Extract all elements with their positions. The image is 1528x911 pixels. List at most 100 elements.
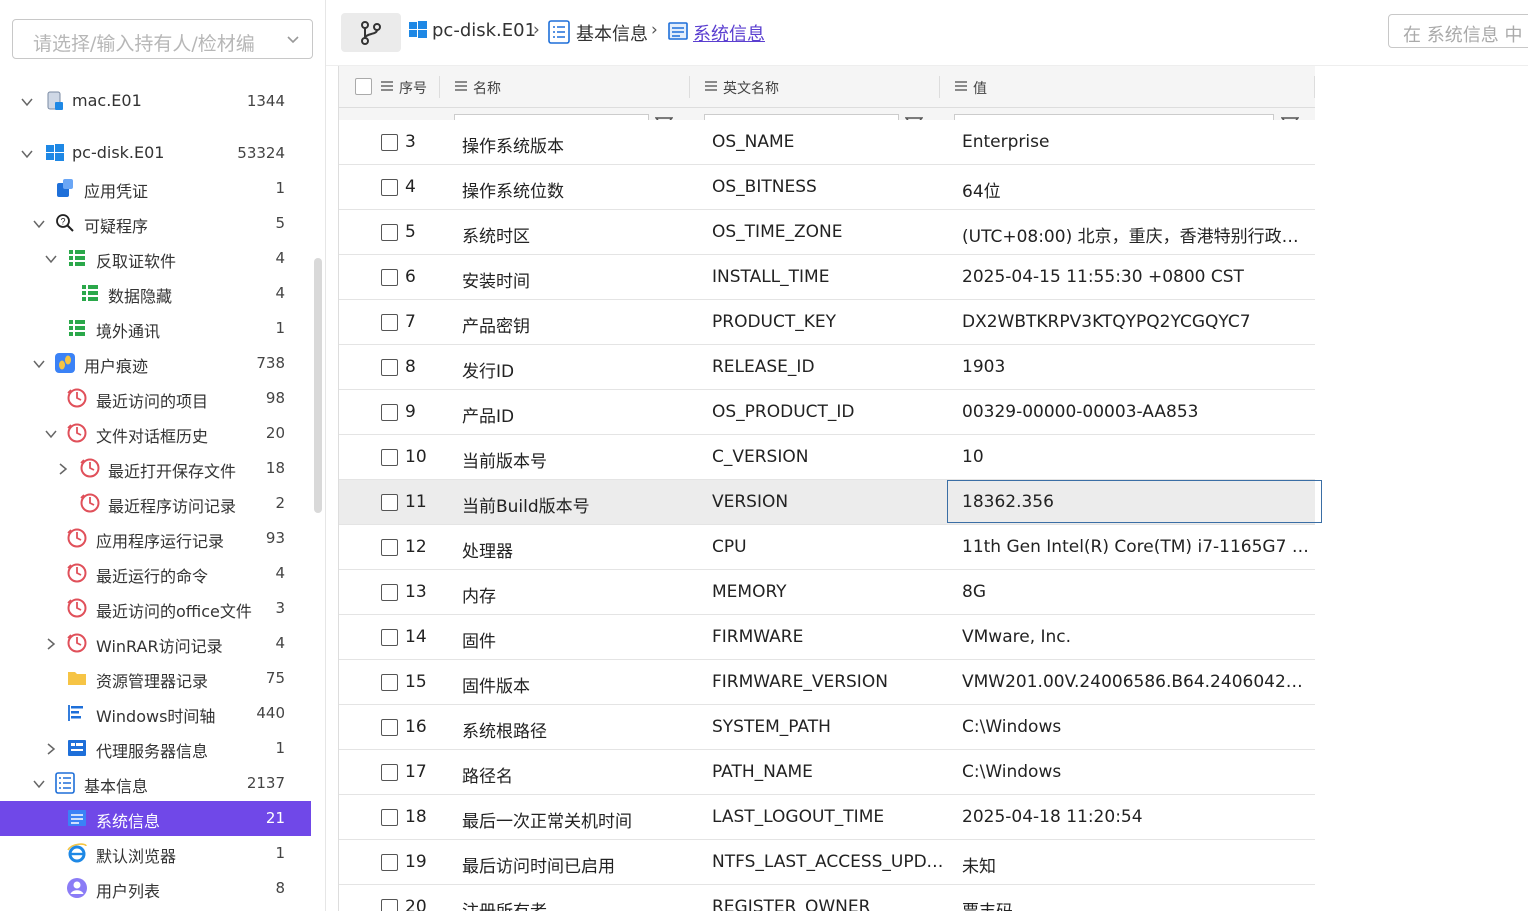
table-row[interactable]: 5 系统时区 OS_TIME_ZONE (UTC+08:00) 北京，重庆，香港特别行… — [339, 210, 1315, 255]
tree-scrollbar[interactable] — [314, 258, 322, 513]
row-value[interactable]: 00329-00000-00003-AA853 — [962, 402, 1310, 422]
row-checkbox[interactable] — [381, 269, 398, 286]
holder-select[interactable]: 请选择/输入持有人/检材编 — [12, 19, 313, 59]
table-row[interactable]: 8 发行ID RELEASE_ID 1903 — [339, 345, 1315, 390]
select-all-checkbox[interactable] — [355, 78, 372, 95]
breadcrumb-pc-disk[interactable]: pc-disk.E01 — [408, 18, 536, 46]
table-row[interactable]: 4 操作系统位数 OS_BITNESS 64位 — [339, 165, 1315, 210]
breadcrumb-system-info[interactable]: 系统信息 — [668, 18, 768, 46]
row-checkbox[interactable] — [381, 854, 398, 871]
table-row[interactable]: 19 最后访问时间已启用 NTFS_LAST_ACCESS_UPDA... 未知 — [339, 840, 1315, 885]
row-checkbox[interactable] — [381, 314, 398, 331]
tree-node[interactable]: 用户痕迹 738 — [0, 346, 311, 381]
column-divider[interactable] — [689, 76, 690, 98]
row-value[interactable]: VMware, Inc. — [962, 627, 1310, 647]
tree-node[interactable]: 代理服务器信息 1 — [0, 731, 311, 766]
row-value[interactable]: 11th Gen Intel(R) Core(TM) i7-1165G7 @ 2… — [962, 537, 1310, 557]
search-input[interactable]: 在 系统信息 中 — [1388, 14, 1528, 48]
row-checkbox[interactable] — [381, 809, 398, 826]
table-row[interactable]: 17 路径名 PATH_NAME C:\Windows — [339, 750, 1315, 795]
chevron-down-icon[interactable] — [20, 94, 34, 108]
row-value[interactable]: 1903 — [962, 357, 1310, 377]
table-row[interactable]: 14 固件 FIRMWARE VMware, Inc. — [339, 615, 1315, 660]
chevron-down-icon[interactable] — [44, 251, 58, 265]
row-checkbox[interactable] — [381, 449, 398, 466]
row-checkbox[interactable] — [381, 224, 398, 241]
header-name[interactable]: 名称 — [473, 78, 501, 98]
row-checkbox[interactable] — [381, 404, 398, 421]
table-row[interactable]: 6 安装时间 INSTALL_TIME 2025-04-15 11:55:30 +08… — [339, 255, 1315, 300]
row-value[interactable]: (UTC+08:00) 北京，重庆，香港特别行政区… — [962, 222, 1310, 247]
tree-node[interactable]: 数据隐藏 4 — [0, 276, 311, 311]
chevron-down-icon[interactable] — [44, 426, 58, 440]
tree-node[interactable]: 反取证软件 4 — [0, 241, 311, 276]
table-row[interactable]: 18 最后一次正常关机时间 LAST_LOGOUT_TIME 2025-04-18 1… — [339, 795, 1315, 840]
row-checkbox[interactable] — [381, 494, 398, 511]
row-checkbox[interactable] — [381, 179, 398, 196]
row-value[interactable]: 未知 — [962, 852, 1310, 877]
tree-node[interactable]: mac.E01 1344 — [0, 84, 311, 119]
table-row[interactable]: 12 处理器 CPU 11th Gen Intel(R) Core(TM) i7-11… — [339, 525, 1315, 570]
tree-node[interactable]: 最近访问的项目 98 — [0, 381, 311, 416]
row-value[interactable]: VMW201.00V.24006586.B64.2406042154 — [962, 672, 1310, 692]
breadcrumb-basic-info[interactable]: 基本信息 — [548, 18, 648, 46]
row-checkbox[interactable] — [381, 764, 398, 781]
table-row[interactable]: 13 内存 MEMORY 8G — [339, 570, 1315, 615]
row-value[interactable]: 2025-04-18 11:20:54 — [962, 807, 1310, 827]
row-checkbox[interactable] — [381, 584, 398, 601]
tree-node[interactable]: 用户列表 8 — [0, 871, 311, 906]
chevron-down-icon[interactable] — [20, 146, 34, 160]
table-row[interactable]: 20 注册所有者 REGISTER_OWNER 贾丰码 — [339, 885, 1315, 911]
chevron-right-icon[interactable] — [44, 636, 58, 650]
column-menu-icon[interactable] — [455, 81, 467, 91]
table-row[interactable]: 11 当前Build版本号 VERSION 18362.356 — [339, 480, 1322, 525]
row-checkbox[interactable] — [381, 359, 398, 376]
row-checkbox[interactable] — [381, 719, 398, 736]
row-value[interactable]: 贾丰码 — [962, 897, 1310, 911]
column-divider[interactable] — [939, 76, 940, 98]
table-row[interactable]: 15 固件版本 FIRMWARE_VERSION VMW201.00V.2400658… — [339, 660, 1315, 705]
header-value[interactable]: 值 — [973, 78, 987, 98]
chevron-right-icon[interactable] — [44, 741, 58, 755]
column-menu-icon[interactable] — [955, 81, 967, 91]
row-value[interactable]: Enterprise — [962, 132, 1310, 152]
tree-node[interactable]: 文件对话框历史 20 — [0, 416, 311, 451]
tree-node[interactable]: 最近程序访问记录 2 — [0, 486, 311, 521]
row-checkbox[interactable] — [381, 899, 398, 911]
chevron-right-icon[interactable] — [56, 461, 70, 475]
header-english-name[interactable]: 英文名称 — [723, 78, 779, 98]
table-row[interactable]: 9 产品ID OS_PRODUCT_ID 00329-00000-00003-AA85… — [339, 390, 1315, 435]
column-menu-icon[interactable] — [705, 81, 717, 91]
tree-node[interactable]: 应用凭证 1 — [0, 171, 311, 206]
tree-node[interactable]: WinRAR访问记录 4 — [0, 626, 311, 661]
column-menu-icon[interactable] — [381, 81, 393, 91]
table-row[interactable]: 3 操作系统版本 OS_NAME Enterprise — [339, 120, 1315, 165]
chevron-down-icon[interactable] — [32, 216, 46, 230]
row-value[interactable]: C:\Windows — [962, 762, 1310, 782]
tree-node[interactable]: 最近运行的命令 4 — [0, 556, 311, 591]
chevron-down-icon[interactable] — [32, 776, 46, 790]
row-value[interactable]: C:\Windows — [962, 717, 1310, 737]
tree-node[interactable]: ? 可疑程序 5 — [0, 206, 311, 241]
tree-node[interactable]: 境外通讯 1 — [0, 311, 311, 346]
row-checkbox[interactable] — [381, 629, 398, 646]
tree-node[interactable]: 默认浏览器 1 — [0, 836, 311, 871]
tree-node[interactable]: 资源管理器记录 75 — [0, 661, 311, 696]
tree-node[interactable]: 最近打开保存文件 18 — [0, 451, 311, 486]
row-checkbox[interactable] — [381, 134, 398, 151]
chevron-down-icon[interactable] — [32, 356, 46, 370]
row-checkbox[interactable] — [381, 674, 398, 691]
table-row[interactable]: 16 系统根路径 SYSTEM_PATH C:\Windows — [339, 705, 1315, 750]
table-row[interactable]: 10 当前版本号 C_VERSION 10 — [339, 435, 1315, 480]
row-value[interactable]: 64位 — [962, 177, 1310, 202]
row-checkbox[interactable] — [381, 539, 398, 556]
row-value[interactable]: 2025-04-15 11:55:30 +0800 CST — [962, 267, 1310, 287]
tree-node[interactable]: 基本信息 2137 — [0, 766, 311, 801]
tree-node[interactable]: 应用程序运行记录 93 — [0, 521, 311, 556]
branch-button[interactable] — [341, 13, 401, 52]
row-value[interactable]: 8G — [962, 582, 1310, 602]
tree-node[interactable]: Windows时间轴 440 — [0, 696, 311, 731]
row-value[interactable]: 10 — [962, 447, 1310, 467]
tree-node[interactable]: pc-disk.E01 53324 — [0, 136, 311, 171]
tree-node[interactable]: 最近访问的office文件 3 — [0, 591, 311, 626]
